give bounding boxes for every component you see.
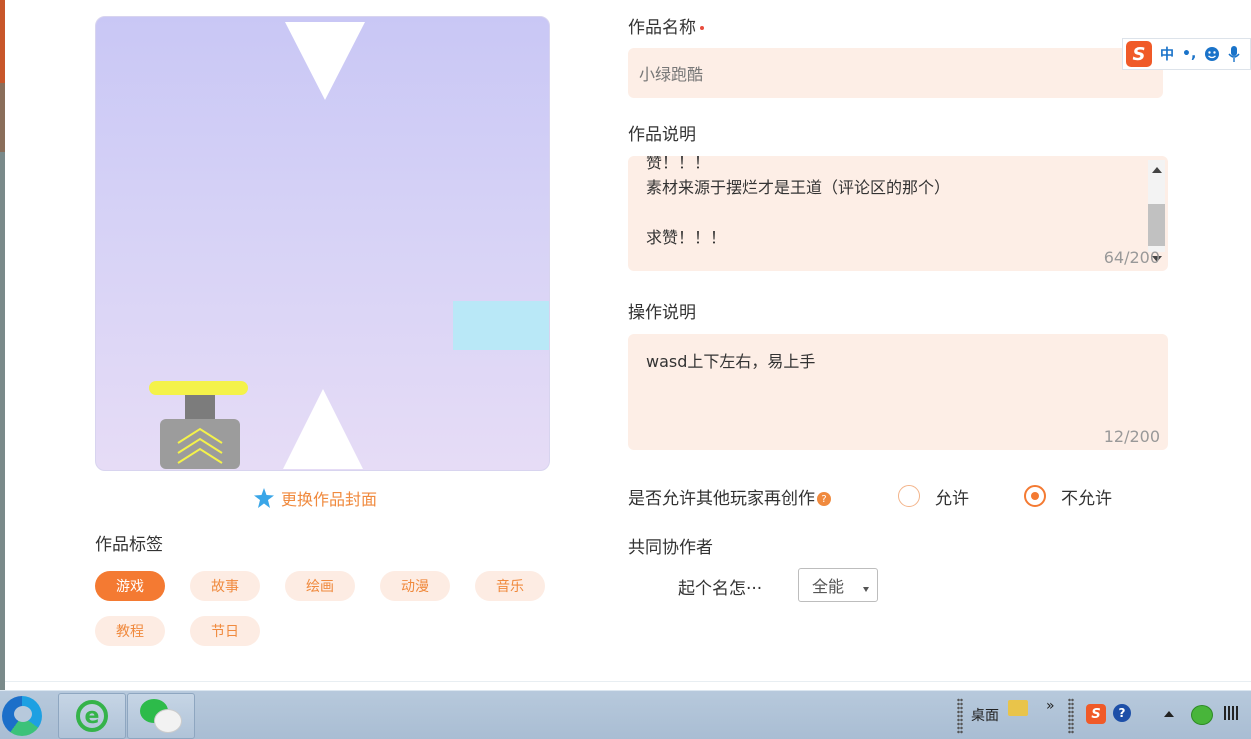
collaborator-role-select[interactable]: 全能 (798, 568, 878, 602)
allow-radio-label[interactable]: 允许 (935, 484, 969, 509)
ie-browser-icon: e (76, 700, 108, 732)
cover-preview (95, 16, 550, 471)
taskbar: e (0, 690, 1251, 739)
title-input[interactable]: 小绿跑酷 (628, 48, 1163, 98)
chevrons-up-icon (177, 427, 223, 464)
spring-neck (185, 395, 215, 419)
help-icon[interactable]: ? (817, 492, 831, 506)
desc-line: 赞！！！ (646, 156, 711, 172)
change-cover-button[interactable]: 更换作品封面 (253, 486, 377, 510)
recreate-label-text: 是否允许其他玩家再创作 (628, 489, 815, 509)
allow-radio[interactable] (898, 485, 920, 507)
platform-block (453, 301, 549, 350)
folder-icon[interactable] (1008, 700, 1028, 716)
toolbar-grip[interactable] (1068, 698, 1074, 734)
spring-top-bar (149, 381, 248, 395)
microphone-icon[interactable] (1228, 45, 1240, 63)
desc-scrollbar[interactable] (1148, 160, 1165, 262)
overflow-chevron-icon[interactable]: » (1046, 698, 1055, 714)
desc-line (646, 200, 950, 225)
tag-music[interactable]: 音乐 (475, 571, 545, 601)
collaborator-name: 起个名怎··· (678, 579, 763, 599)
green-plus-tray-icon[interactable] (1191, 705, 1213, 725)
tags-heading: 作品标签 (95, 535, 163, 555)
wechat-icon (140, 699, 182, 733)
desktop-toolbar-label[interactable]: 桌面 (971, 705, 999, 725)
spike-down-shape (285, 22, 365, 100)
desc-char-counter: 64/200 (1103, 248, 1160, 267)
collab-heading: 共同协作者 (628, 538, 713, 558)
ime-mode-toggle[interactable]: 中 (1160, 44, 1174, 64)
desc-line: 求赞！！！ (646, 228, 727, 247)
change-cover-label: 更换作品封面 (281, 490, 378, 509)
ime-punct-toggle[interactable]: •, (1182, 46, 1196, 62)
tag-game[interactable]: 游戏 (95, 571, 165, 601)
deny-radio-label[interactable]: 不允许 (1061, 484, 1112, 509)
desc-text: 赞！！！ 素材来源于摆烂才是王道（评论区的那个） 求赞！！！ (646, 156, 950, 250)
toolbar-grip[interactable] (957, 698, 963, 734)
taskbar-ie-button[interactable]: e (58, 693, 126, 739)
emoji-icon[interactable] (1204, 46, 1220, 62)
sogou-logo-icon[interactable]: S (1126, 41, 1152, 67)
network-signal-icon[interactable] (1224, 706, 1240, 720)
op-field-label: 操作说明 (628, 303, 696, 323)
tag-anime[interactable]: 动漫 (380, 571, 450, 601)
title-field-label: 作品名称 (628, 13, 704, 38)
role-select-value: 全能 (812, 577, 845, 596)
edge-browser-icon[interactable] (2, 696, 42, 736)
desc-field-label: 作品说明 (628, 125, 696, 145)
op-char-counter: 12/200 (1103, 427, 1160, 446)
spring-base (160, 419, 240, 469)
help-tray-icon[interactable]: ? (1113, 704, 1131, 722)
recreate-label: 是否允许其他玩家再创作? (628, 484, 831, 509)
taskbar-wechat-button[interactable] (127, 693, 195, 739)
star-sparkle-icon (254, 488, 274, 508)
spike-up-shape (283, 389, 363, 469)
deny-radio[interactable] (1024, 485, 1046, 507)
tag-holiday[interactable]: 节日 (190, 616, 260, 646)
chevron-down-icon (863, 587, 869, 592)
scroll-up-arrow-icon[interactable] (1152, 167, 1162, 173)
divider (5, 681, 1251, 682)
required-dot (700, 26, 704, 30)
desc-textarea[interactable]: 赞！！！ 素材来源于摆烂才是王道（评论区的那个） 求赞！！！ 64/200 (628, 156, 1168, 271)
tag-story[interactable]: 故事 (190, 571, 260, 601)
window-left-edge (0, 0, 5, 690)
sogou-tray-icon[interactable]: S (1086, 704, 1106, 724)
tag-tutorial[interactable]: 教程 (95, 616, 165, 646)
tag-drawing[interactable]: 绘画 (285, 571, 355, 601)
title-label-text: 作品名称 (628, 18, 696, 38)
scroll-thumb[interactable] (1148, 204, 1165, 246)
op-text: wasd上下左右，易上手 (646, 352, 816, 371)
title-input-value: 小绿跑酷 (639, 65, 704, 84)
desc-line: 素材来源于摆烂才是王道（评论区的那个） (646, 178, 951, 197)
show-hidden-icons-icon[interactable] (1164, 711, 1174, 717)
ime-toolbar[interactable]: S 中 •, (1122, 38, 1251, 70)
op-textarea[interactable]: wasd上下左右，易上手 12/200 (628, 334, 1168, 450)
